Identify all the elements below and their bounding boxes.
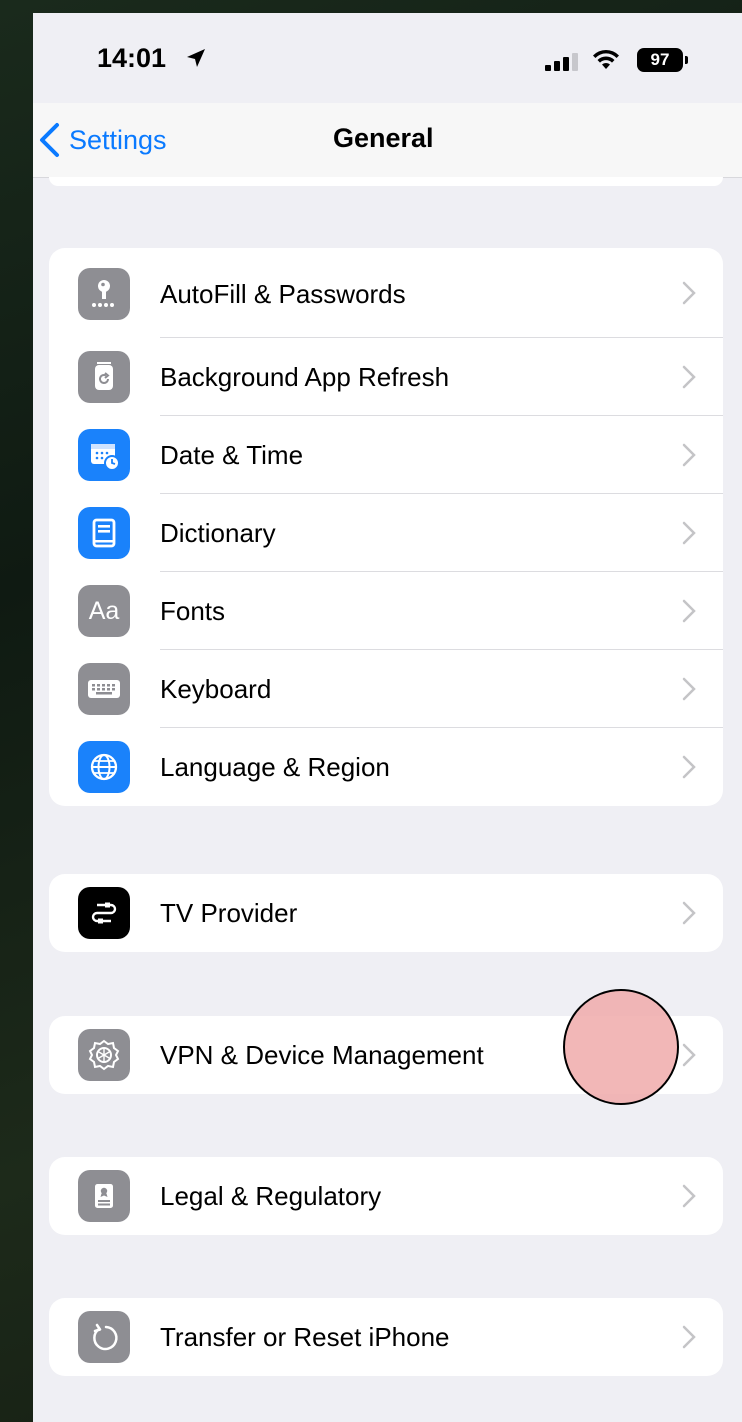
settings-row-label: Language & Region [160, 752, 390, 782]
book-icon [78, 507, 130, 559]
settings-row-label: Keyboard [160, 674, 272, 704]
settings-row-label: Legal & Regulatory [160, 1181, 382, 1211]
settings-row-keyboard[interactable]: Keyboard [49, 650, 723, 728]
settings-row-legal-regulatory[interactable]: Legal & Regulatory [49, 1157, 723, 1235]
settings-row-label: AutoFill & Passwords [160, 279, 406, 309]
gear-icon [78, 1029, 130, 1081]
navigation-bar: Settings General [33, 103, 742, 178]
settings-row-date-time[interactable]: Date & Time [49, 416, 723, 494]
settings-row-dictionary[interactable]: Dictionary [49, 494, 723, 572]
settings-group-transfer-reset: Transfer or Reset iPhone [49, 1298, 723, 1376]
settings-row-autofill-passwords[interactable]: AutoFill & Passwords [49, 248, 723, 338]
chevron-right-icon [682, 677, 696, 701]
key-icon [78, 268, 130, 320]
wifi-icon [593, 49, 619, 69]
settings-group-general-items: AutoFill & Passwords Background App Refr… [49, 248, 723, 806]
battery-level: 97 [637, 48, 683, 72]
chevron-right-icon [682, 1043, 696, 1067]
settings-row-label: Date & Time [160, 440, 304, 470]
chevron-right-icon [682, 365, 696, 389]
settings-row-background-app-refresh[interactable]: Background App Refresh [49, 338, 723, 416]
settings-row-tv-provider[interactable]: TV Provider [49, 874, 723, 952]
fonts-icon: Aa [78, 585, 130, 637]
settings-row-transfer-reset[interactable]: Transfer or Reset iPhone [49, 1298, 723, 1376]
cellular-signal-icon [545, 53, 578, 71]
document-icon [78, 1170, 130, 1222]
chevron-right-icon [682, 443, 696, 467]
globe-icon [78, 741, 130, 793]
settings-row-label: Fonts [160, 596, 226, 626]
refresh-icon [78, 351, 130, 403]
keyboard-icon [78, 663, 130, 715]
settings-row-label: Dictionary [160, 518, 276, 548]
chevron-right-icon [682, 755, 696, 779]
tv-provider-icon [78, 887, 130, 939]
page-title: General [333, 123, 434, 153]
settings-row-label: Transfer or Reset iPhone [160, 1322, 450, 1352]
settings-row-label: Background App Refresh [160, 362, 450, 392]
battery-nub [685, 56, 688, 64]
settings-group-tv-provider: TV Provider [49, 874, 723, 952]
settings-group-legal: Legal & Regulatory [49, 1157, 723, 1235]
settings-row-label: VPN & Device Management [160, 1040, 484, 1070]
chevron-right-icon [682, 599, 696, 623]
touch-indicator [563, 989, 679, 1105]
previous-group-edge [49, 177, 723, 186]
chevron-right-icon [682, 521, 696, 545]
chevron-right-icon [682, 901, 696, 925]
chevron-right-icon [682, 281, 696, 305]
chevron-left-icon [40, 123, 59, 157]
reset-icon [78, 1311, 130, 1363]
back-button-label: Settings [69, 124, 167, 155]
back-button[interactable]: Settings [33, 103, 167, 177]
phone-screen: 14:01 97 Settings General AutoFill & Pas… [33, 13, 742, 1422]
calendar-clock-icon [78, 429, 130, 481]
settings-row-language-region[interactable]: Language & Region [49, 728, 723, 806]
status-time: 14:01 [97, 43, 167, 73]
chevron-right-icon [682, 1325, 696, 1349]
status-bar: 14:01 97 [33, 13, 742, 103]
location-arrow-icon [187, 49, 205, 67]
chevron-right-icon [682, 1184, 696, 1208]
settings-row-label: TV Provider [160, 898, 298, 928]
fonts-icon-glyph: Aa [88, 596, 120, 625]
settings-row-fonts[interactable]: Aa Fonts [49, 572, 723, 650]
